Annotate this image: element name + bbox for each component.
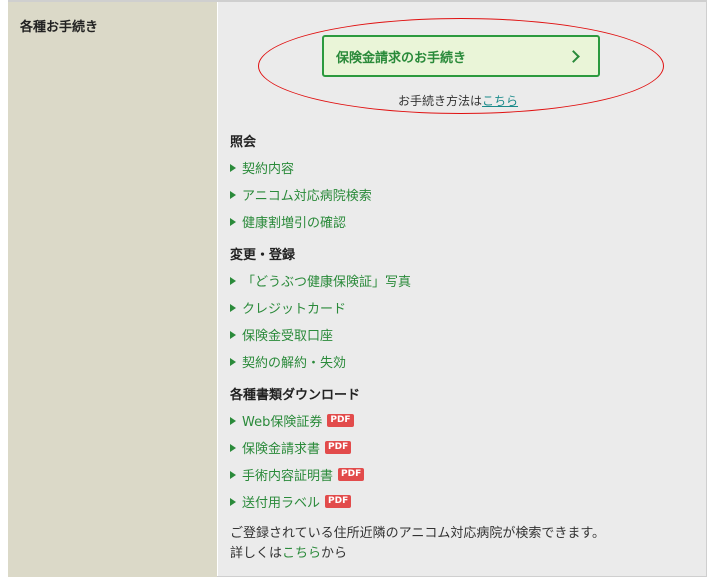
- pdf-badge: PDF: [325, 441, 352, 454]
- triangle-right-icon: [230, 330, 236, 339]
- procedure-method-text: お手続き方法はこちら: [398, 92, 518, 109]
- triangle-right-icon: [230, 276, 236, 285]
- triangle-right-icon: [230, 470, 236, 479]
- section-title-downloads: 各種書類ダウンロード: [230, 388, 361, 403]
- link-payout-account[interactable]: 保険金受取口座: [230, 325, 333, 344]
- row-header-cell: 各種お手続き: [8, 2, 217, 577]
- link-mailing-label[interactable]: 送付用ラベル PDF: [230, 492, 352, 511]
- link-label: 契約の解約・失効: [242, 356, 347, 371]
- link-label: 保険金受取口座: [242, 329, 334, 344]
- link-label: アニコム対応病院検索: [242, 189, 372, 204]
- pdf-badge: PDF: [338, 468, 365, 481]
- insurance-claim-button-label: 保険金請求のお手続き: [336, 50, 467, 66]
- link-label: 送付用ラベル: [242, 496, 321, 511]
- link-label: 健康割増引の確認: [242, 216, 347, 231]
- link-claim-form[interactable]: 保険金請求書 PDF: [230, 438, 352, 457]
- section-title-change: 変更・登録: [230, 248, 296, 263]
- note-suffix: から: [321, 546, 348, 561]
- row-header-title: 各種お手続き: [20, 20, 99, 35]
- triangle-right-icon: [230, 303, 236, 312]
- link-label: Web保険証券: [242, 415, 323, 430]
- link-cancellation[interactable]: 契約の解約・失効: [230, 352, 346, 371]
- link-hospital-search[interactable]: アニコム対応病院検索: [230, 185, 372, 204]
- triangle-right-icon: [230, 217, 236, 226]
- section-title-inquiry: 照会: [230, 135, 257, 150]
- pdf-badge: PDF: [325, 495, 352, 508]
- triangle-right-icon: [230, 416, 236, 425]
- link-health-discount[interactable]: 健康割増引の確認: [230, 212, 346, 231]
- link-label: 保険金請求書: [242, 442, 321, 457]
- note-link[interactable]: こちら: [282, 546, 321, 561]
- link-insurance-card-photo[interactable]: 「どうぶつ健康保険証」写真: [230, 271, 411, 290]
- link-credit-card[interactable]: クレジットカード: [230, 298, 346, 317]
- link-label: 手術内容証明書: [242, 469, 334, 484]
- triangle-right-icon: [230, 497, 236, 506]
- triangle-right-icon: [230, 163, 236, 172]
- procedure-method-link[interactable]: こちら: [482, 94, 518, 108]
- note-line-2: 詳しくはこちらから: [230, 544, 605, 564]
- link-contract-details[interactable]: 契約内容: [230, 158, 294, 177]
- triangle-right-icon: [230, 443, 236, 452]
- note-line-1: ご登録されている住所近隣のアニコム対応病院が検索できます。: [230, 526, 606, 541]
- link-label: 契約内容: [242, 162, 295, 177]
- link-label: 「どうぶつ健康保険証」写真: [242, 275, 412, 290]
- chevron-right-icon: [567, 49, 580, 63]
- insurance-claim-button[interactable]: 保険金請求のお手続き: [322, 35, 600, 77]
- triangle-right-icon: [230, 190, 236, 199]
- note-prefix: 詳しくは: [230, 546, 283, 561]
- link-web-certificate[interactable]: Web保険証券 PDF: [230, 411, 354, 430]
- link-surgery-certificate[interactable]: 手術内容証明書 PDF: [230, 465, 365, 484]
- link-label: クレジットカード: [242, 302, 347, 317]
- triangle-right-icon: [230, 357, 236, 366]
- hospital-search-note: ご登録されている住所近隣のアニコム対応病院が検索できます。 詳しくはこちらから: [230, 524, 605, 564]
- pdf-badge: PDF: [327, 414, 354, 427]
- procedure-method-prefix: お手続き方法は: [398, 94, 483, 108]
